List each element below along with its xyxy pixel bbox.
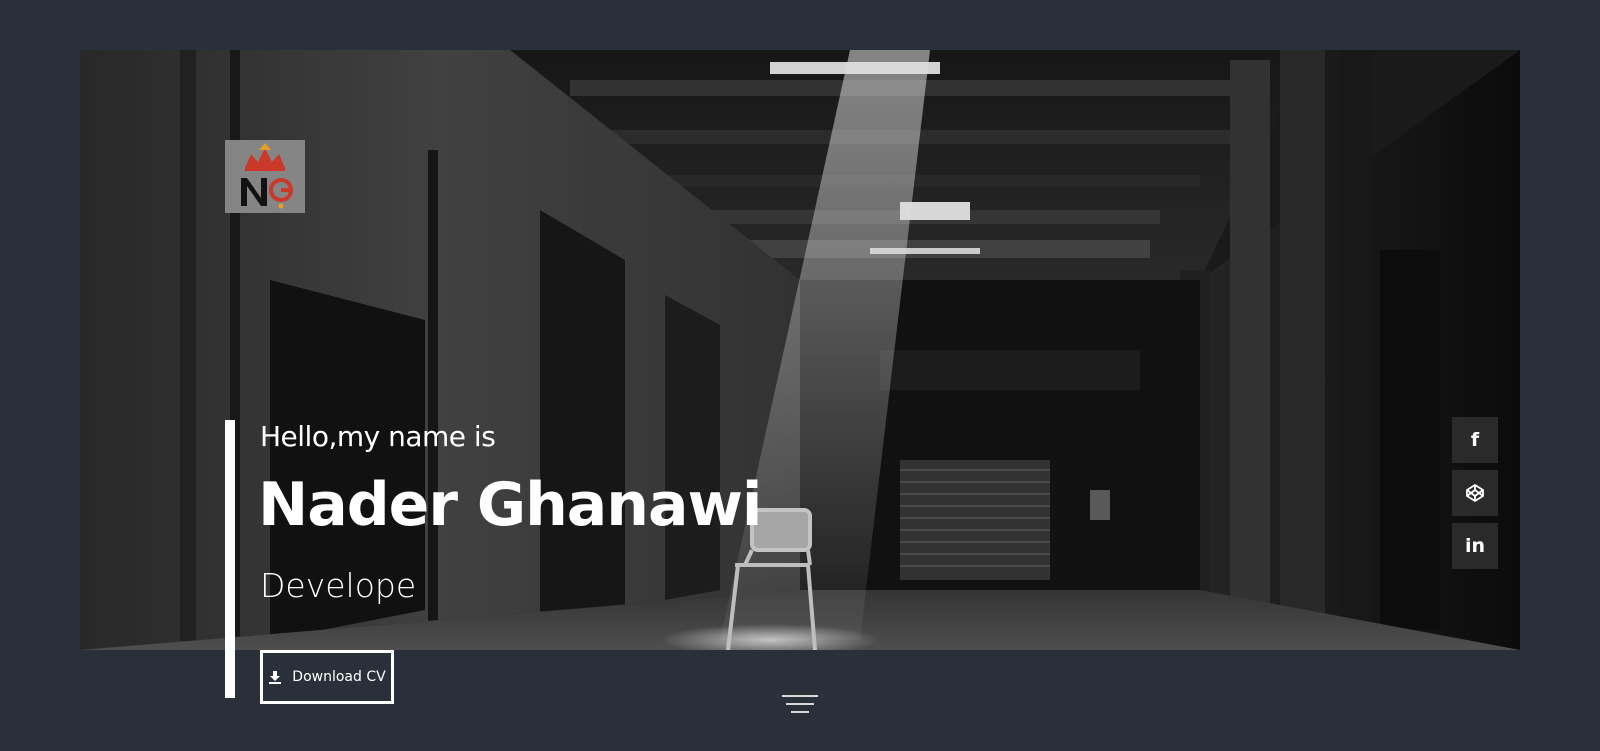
- codepen-button[interactable]: [1452, 470, 1498, 516]
- linkedin-icon: in: [1464, 535, 1486, 557]
- download-cv-button[interactable]: Download CV: [260, 650, 394, 704]
- intro-accent-bar: [225, 420, 235, 698]
- download-icon: [268, 670, 282, 684]
- menu-line: [791, 711, 809, 713]
- linkedin-button[interactable]: in: [1452, 523, 1498, 569]
- site-logo[interactable]: [225, 140, 305, 213]
- person-name: Nader Ghanawi: [258, 470, 762, 540]
- role-text: Develope: [260, 566, 417, 605]
- codepen-icon: [1465, 483, 1485, 503]
- page: Hello,my name is Nader Ghanawi Develope …: [0, 0, 1600, 751]
- social-links: f in: [1452, 417, 1498, 576]
- facebook-button[interactable]: f: [1452, 417, 1498, 463]
- menu-line: [782, 695, 818, 697]
- hamburger-menu-icon[interactable]: [782, 693, 818, 715]
- facebook-icon: f: [1470, 429, 1480, 451]
- download-cv-label: Download CV: [292, 669, 386, 685]
- menu-line: [786, 703, 814, 705]
- greeting-text: Hello,my name is: [260, 420, 496, 453]
